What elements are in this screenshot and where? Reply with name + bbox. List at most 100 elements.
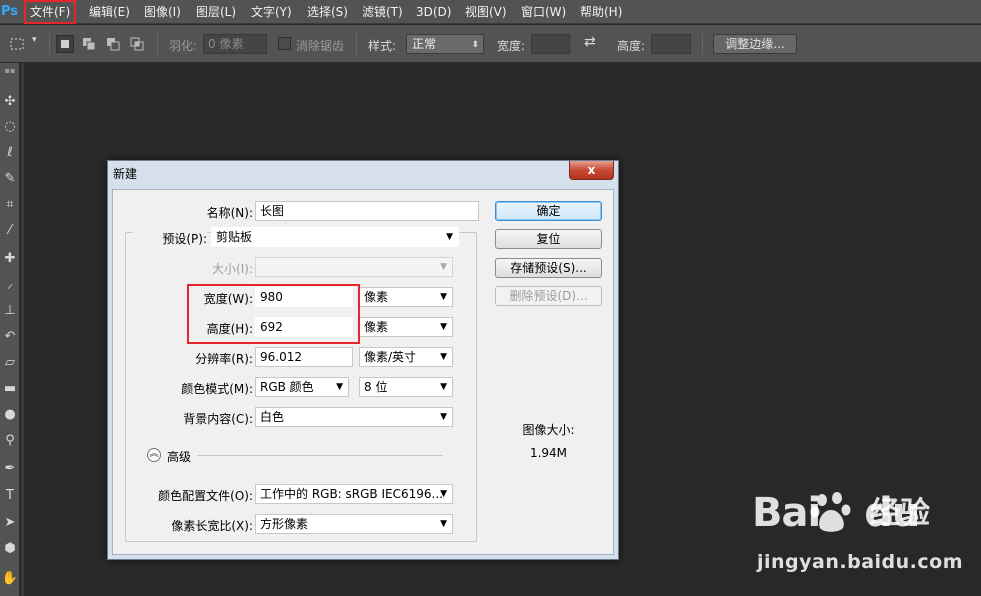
brush-tool-icon[interactable]: ⸝ [0,274,20,296]
dialog-body: 名称(N): 长图 预设(P): 剪贴板 ▼ 大小(I): ▼ 宽度(W): 9… [112,189,614,555]
style-select[interactable]: 正常 ⬍ [406,34,484,54]
antialias-checkbox[interactable] [278,37,291,50]
width-unit-select[interactable]: 像素 ▼ [359,287,453,307]
menu-select[interactable]: 选择(S) [307,0,348,24]
separator [356,33,357,55]
style-select-value: 正常 [412,37,437,51]
chevron-down-icon: ▼ [440,352,447,362]
style-label: 样式: [368,39,397,53]
menu-type[interactable]: 文字(Y) [251,0,292,24]
move-tool-icon[interactable]: ✣ [0,91,20,113]
chevron-down-icon: ▼ [440,322,447,332]
add-selection-icon[interactable] [80,35,98,53]
feather-input[interactable]: 0 像素 [203,34,267,54]
eyedropper-tool-icon[interactable]: ⁄ [0,220,20,242]
width-input[interactable] [531,34,570,54]
chevron-down-icon: ▼ [440,292,447,302]
image-size-value: 1.94M [529,446,568,460]
name-label: 名称(N): [206,206,253,220]
resolution-unit-select[interactable]: 像素/英寸 ▼ [359,347,453,367]
history-brush-tool-icon[interactable]: ↶ [0,326,20,348]
new-document-dialog: 新建 x 名称(N): 长图 预设(P): 剪贴板 ▼ 大小(I): ▼ 宽度(… [107,160,619,560]
highlight-box [187,284,360,344]
blur-tool-icon[interactable]: ● [0,404,20,426]
rect-marquee-icon[interactable] [9,35,27,53]
preset-select[interactable]: 剪贴板 ▼ [211,227,459,247]
name-input[interactable]: 长图 [255,201,479,221]
menu-filter[interactable]: 滤镜(T) [362,0,403,24]
advanced-divider [197,455,443,456]
menu-layer[interactable]: 图层(L) [196,0,236,24]
height-unit-select[interactable]: 像素 ▼ [359,317,453,337]
reset-button[interactable]: 复位 [495,229,602,249]
height-input[interactable] [651,34,691,54]
close-icon: x [587,163,596,177]
dialog-title: 新建 [113,167,138,181]
chevron-down-icon[interactable]: ▾ [32,35,37,45]
preset-select-value: 剪贴板 [216,230,253,244]
background-label: 背景内容(C): [183,412,253,426]
size-select: ▼ [255,257,453,277]
panel-grip-icon: ▪▪ [4,66,16,75]
separator [49,33,50,55]
menu-edit[interactable]: 编辑(E) [89,0,130,24]
size-label: 大小(I): [212,262,253,276]
baidu-watermark-cn: 经验 [870,496,930,531]
antialias-label: 消除锯齿 [296,39,345,53]
menu-image[interactable]: 图像(I) [144,0,181,24]
resolution-label: 分辨率(R): [195,352,253,366]
background-select[interactable]: 白色 ▼ [255,407,453,427]
eraser-tool-icon[interactable]: ▱ [0,352,20,374]
image-size-label: 图像大小: [522,423,575,437]
color-mode-label: 颜色模式(M): [181,382,253,396]
swap-icon[interactable]: ⇄ [584,34,596,50]
path-select-tool-icon[interactable]: ➤ [0,512,20,534]
ok-button[interactable]: 确定 [495,201,602,221]
background-value: 白色 [260,410,285,424]
menu-help[interactable]: 帮助(H) [580,0,622,24]
width-unit-value: 像素 [364,290,389,304]
menu-view[interactable]: 视图(V) [465,0,507,24]
lasso-tool-icon[interactable]: ℓ [0,142,20,164]
intersect-selection-icon[interactable] [128,35,146,53]
stamp-tool-icon[interactable]: ⊥ [0,300,20,322]
baidu-paw-icon [810,492,851,532]
crop-tool-icon[interactable]: ⌗ [0,194,20,216]
quick-select-tool-icon[interactable]: ✎ [0,168,20,190]
pen-tool-icon[interactable]: ✒ [0,458,20,480]
gradient-tool-icon[interactable]: ▬ [0,378,20,400]
subtract-selection-icon[interactable] [104,35,122,53]
healing-tool-icon[interactable]: ✚ [0,248,20,270]
panel-divider [21,63,24,596]
shape-tool-icon[interactable]: ⬢ [0,538,20,560]
new-selection-icon[interactable] [56,35,74,53]
resolution-input[interactable]: 96.012 [255,347,353,367]
menu-file[interactable]: 文件(F) [24,0,77,24]
chevron-down-icon: ▼ [440,519,447,529]
delete-preset-button: 删除预设(D)... [495,286,602,306]
collapse-advanced-icon[interactable]: ︽ [147,448,161,462]
color-mode-select[interactable]: RGB 颜色 ▼ [255,377,349,397]
tools-panel: ▪▪ ✣ ◌ ℓ ✎ ⌗ ⁄ ✚ ⸝ ⊥ ↶ ▱ ▬ ● ⚲ ✒ T ➤ ⬢ ✋ [0,63,20,596]
color-profile-select[interactable]: 工作中的 RGB: sRGB IEC6196... ▼ [255,484,453,504]
bit-depth-select[interactable]: 8 位 ▼ [359,377,453,397]
save-preset-button[interactable]: 存储预设(S)... [495,258,602,278]
dodge-tool-icon[interactable]: ⚲ [0,430,20,452]
close-button[interactable]: x [569,161,614,180]
height-unit-value: 像素 [364,320,389,334]
type-tool-icon[interactable]: T [0,485,20,507]
refine-edge-button[interactable]: 调整边缘... [713,34,797,54]
marquee-tool-icon[interactable]: ◌ [0,116,20,138]
pixel-aspect-select[interactable]: 方形像素 ▼ [255,514,453,534]
color-mode-value: RGB 颜色 [260,380,314,394]
pixel-aspect-label: 像素长宽比(X): [171,519,253,533]
chevron-down-icon: ▼ [440,382,447,392]
hand-tool-icon[interactable]: ✋ [0,568,20,590]
feather-label: 羽化: [169,39,198,53]
advanced-label[interactable]: 高级 [167,448,191,465]
menu-window[interactable]: 窗口(W) [521,0,566,24]
color-profile-label: 颜色配置文件(O): [158,489,253,503]
width-label: 宽度: [497,39,526,53]
pixel-aspect-value: 方形像素 [260,517,309,531]
menu-3d[interactable]: 3D(D) [416,0,451,24]
